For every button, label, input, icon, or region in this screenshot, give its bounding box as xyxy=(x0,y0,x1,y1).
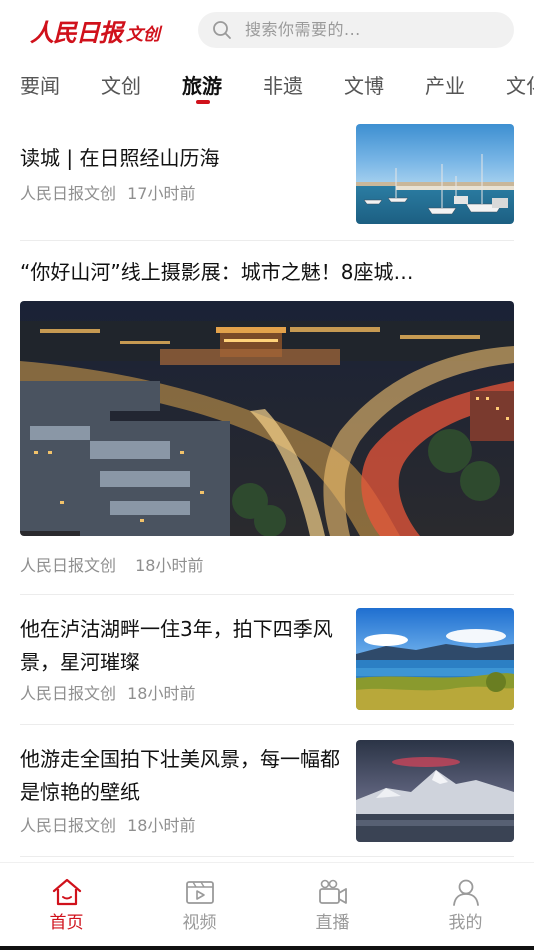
news-title: 他在泸沽湖畔一住3年，拍下四季风景，星河璀璨 xyxy=(20,617,333,674)
people-daily-logo[interactable]: 人民日报 文创 xyxy=(30,14,160,48)
tab-creative[interactable]: 文创 xyxy=(101,72,141,100)
nav-label: 直播 xyxy=(315,913,350,933)
nav-video[interactable]: 视频 xyxy=(133,863,266,950)
search-icon xyxy=(213,21,231,39)
news-item[interactable]: 他游走全国拍下壮美风景，每一幅都是惊艳的壁纸 人民日报文创 18小时前 xyxy=(20,740,514,842)
bottom-navigation: 首页 视频 直播 我的 xyxy=(0,862,534,950)
news-source: 人民日报文创 xyxy=(20,184,117,203)
news-time: 18小时前 xyxy=(127,816,196,835)
news-time: 18小时前 xyxy=(135,556,204,575)
news-meta: 人民日报文创 18小时前 xyxy=(20,815,195,837)
lugu-lake-photo xyxy=(356,608,514,710)
home-icon xyxy=(52,878,81,906)
news-source: 人民日报文创 xyxy=(20,816,117,835)
tab-news[interactable]: 要闻 xyxy=(20,72,60,100)
feed-divider xyxy=(20,856,514,857)
news-item[interactable]: “你好山河”线上摄影展：城市之魅！8座城… 人民日报文创 18小时前 xyxy=(20,254,514,584)
harbor-marina-photo xyxy=(356,124,514,224)
feed-divider xyxy=(20,240,514,241)
news-meta: 人民日报文创 18小时前 xyxy=(20,555,203,577)
feed-divider xyxy=(20,724,514,725)
news-item[interactable]: 读城 | 在日照经山历海 人民日报文创 17小时前 xyxy=(20,124,514,226)
tab-culture[interactable]: 文化 xyxy=(506,72,534,100)
search-bar[interactable]: 搜索你需要的... xyxy=(198,12,514,48)
news-title: 读城 | 在日照经山历海 xyxy=(20,146,220,170)
nav-live[interactable]: 直播 xyxy=(266,863,399,950)
news-source: 人民日报文创 xyxy=(20,556,117,575)
home-indicator-bar xyxy=(0,946,534,950)
tab-travel[interactable]: 旅游 xyxy=(182,72,222,100)
nav-label: 首页 xyxy=(49,913,84,933)
tab-heritage[interactable]: 非遗 xyxy=(263,72,303,100)
news-title: 他游走全国拍下壮美风景，每一幅都是惊艳的壁纸 xyxy=(20,747,340,804)
search-placeholder: 搜索你需要的... xyxy=(245,20,361,39)
app-header: 人民日报 文创 搜索你需要的... xyxy=(0,0,534,62)
nav-home[interactable]: 首页 xyxy=(0,863,133,950)
profile-icon xyxy=(452,879,479,906)
live-camera-icon xyxy=(318,879,347,904)
news-meta: 人民日报文创 17小时前 xyxy=(20,183,195,205)
video-icon xyxy=(185,881,214,904)
tab-museum[interactable]: 文博 xyxy=(344,72,384,100)
tab-industry[interactable]: 产业 xyxy=(425,72,465,100)
news-source: 人民日报文创 xyxy=(20,684,117,703)
news-time: 18小时前 xyxy=(127,684,196,703)
feed-divider xyxy=(20,594,514,595)
news-title: “你好山河”线上摄影展：城市之魅！8座城… xyxy=(20,260,414,284)
logo-main-text: 人民日报 xyxy=(30,18,123,47)
snow-mountain-sunset-photo xyxy=(356,740,514,842)
news-item[interactable]: 他在泸沽湖畔一住3年，拍下四季风景，星河璀璨 人民日报文创 18小时前 xyxy=(20,608,514,710)
city-night-highway-photo xyxy=(20,301,514,536)
nav-label: 视频 xyxy=(182,913,217,933)
nav-label: 我的 xyxy=(448,913,483,933)
news-time: 17小时前 xyxy=(127,184,196,203)
category-tabs: 要闻 文创 旅游 非遗 文博 产业 文化 xyxy=(0,62,534,112)
active-tab-indicator xyxy=(196,100,210,104)
logo-sub-text: 文创 xyxy=(126,25,160,45)
news-meta: 人民日报文创 18小时前 xyxy=(20,683,195,705)
nav-profile[interactable]: 我的 xyxy=(399,863,532,950)
